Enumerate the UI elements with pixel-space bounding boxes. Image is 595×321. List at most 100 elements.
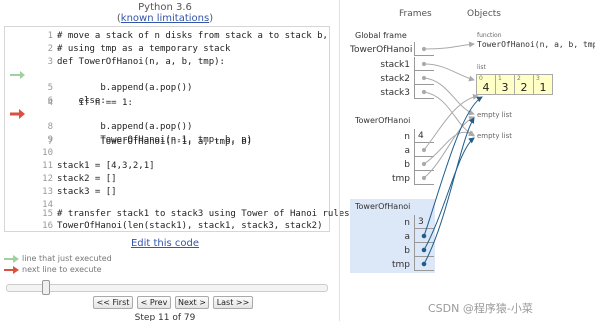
var-name: stack1 (380, 60, 410, 70)
code-text: stack2 = [] (57, 174, 117, 184)
var-value-pointer (414, 71, 434, 85)
var-name: b (404, 246, 410, 256)
next-line-arrow-icon (10, 109, 25, 119)
just-executed-arrow-icon (10, 71, 25, 79)
line-number: 6 (47, 96, 53, 106)
line-number: 13 (42, 187, 53, 197)
list-cell: 31 (533, 74, 553, 95)
empty-list-object: empty list (477, 132, 512, 140)
known-limitations-row: (known limitations) (0, 13, 330, 24)
code-line: 6 else: (5, 94, 331, 108)
code-line: 8 b.append(a.pop()) (5, 120, 331, 134)
code-line: 11 stack1 = [4,3,2,1] (5, 159, 331, 173)
code-text: else: (57, 96, 106, 106)
var-value-pointer (414, 85, 434, 99)
panel-divider (339, 0, 340, 321)
code-text: TowerOfHanoi(n-1, tmp, b, a) (57, 135, 253, 145)
line-number: 12 (42, 174, 53, 184)
function-object-type: function (477, 32, 502, 39)
var-value: 3 (414, 215, 434, 229)
code-text: stack3 = [] (57, 187, 117, 197)
var-name: tmp (391, 260, 410, 270)
frame-title: Global frame (355, 31, 407, 40)
code-text: TowerOfHanoi(len(stack1), stack1, stack3… (57, 221, 323, 231)
code-line: 10 (5, 146, 331, 160)
paren-close: ) (209, 13, 214, 24)
var-name: n (404, 218, 410, 228)
legend-next-line-label: next line to execute (22, 265, 102, 274)
var-name: stack3 (380, 88, 410, 98)
list-cell: 22 (514, 74, 534, 95)
code-text: b.append(a.pop()) (57, 122, 193, 132)
var-name: b (404, 160, 410, 170)
list-cell: 04 (476, 74, 496, 95)
line-number: 8 (47, 122, 53, 132)
function-object-signature: TowerOfHanoi(n, a, b, tmp) (477, 40, 595, 49)
code-panel: 1 # move a stack of n disks from stack a … (4, 26, 350, 233)
step-counter: Step 11 of 79 (134, 313, 196, 321)
code-text: def TowerOfHanoi(n, a, b, tmp): (57, 57, 225, 67)
var-value-pointer (414, 57, 434, 71)
line-number: 3 (47, 57, 53, 67)
known-limitations-link[interactable]: known limitations (121, 13, 209, 24)
code-line: 7 TowerOfHanoi(n-1, a, tmp, b) (5, 107, 331, 147)
next-line-arrow-icon (4, 266, 19, 274)
code-text: b.append(a.pop()) (57, 83, 193, 93)
code-text: # using tmp as a temporary stack (57, 44, 231, 54)
legend-next-line: next line to execute (4, 265, 102, 275)
var-name: tmp (391, 174, 410, 184)
empty-list-object: empty list (477, 111, 512, 119)
frame-title: TowerOfHanoi (355, 202, 411, 211)
step-slider-thumb[interactable] (42, 280, 50, 295)
var-value-pointer (414, 143, 434, 157)
code-line: 9 TowerOfHanoi(n-1, tmp, b, a) (5, 133, 331, 147)
list-object-type: list (477, 64, 486, 71)
code-line: 13 stack3 = [] (5, 185, 331, 199)
first-button[interactable]: << First (93, 296, 133, 309)
var-value-pointer (414, 229, 434, 243)
line-number: 16 (42, 221, 53, 231)
code-line: 12 stack2 = [] (5, 172, 331, 186)
just-executed-arrow-icon (4, 255, 19, 263)
frames-header: Frames (399, 9, 432, 19)
var-value-pointer (414, 243, 434, 257)
var-value-pointer (414, 257, 434, 271)
step-slider-track[interactable] (6, 284, 328, 292)
var-name: stack2 (380, 74, 410, 84)
code-line: 5 b.append(a.pop()) (5, 81, 331, 95)
code-line: 1 # move a stack of n disks from stack a … (5, 29, 331, 43)
call-frame-1: TowerOfHanoi n 4 a b tmp (350, 113, 435, 189)
list-value: 2 (520, 81, 528, 94)
code-line: 3 def TowerOfHanoi(n, a, b, tmp): (5, 55, 331, 69)
code-line: 4 if n == 1: (5, 68, 331, 108)
code-line: 16 TowerOfHanoi(len(stack1), stack1, stac… (5, 219, 331, 233)
line-number: 2 (47, 44, 53, 54)
var-name: n (404, 132, 410, 142)
last-button[interactable]: Last >> (213, 296, 253, 309)
legend-just-executed: line that just executed (4, 254, 112, 264)
frame-title: TowerOfHanoi (355, 116, 411, 125)
prev-button[interactable]: < Prev (137, 296, 171, 309)
global-frame: Global frame TowerOfHanoi stack1 stack2 … (350, 28, 435, 104)
call-frame-2: TowerOfHanoi n 3 a b tmp (350, 199, 435, 273)
line-number: 1 (47, 31, 53, 41)
line-number: 5 (47, 83, 53, 93)
code-text: stack1 = [4,3,2,1] (57, 161, 155, 171)
objects-header: Objects (467, 9, 502, 19)
line-number: 9 (47, 135, 53, 145)
code-line: 2 # using tmp as a temporary stack (5, 42, 331, 56)
var-value-pointer (414, 157, 434, 171)
legend-just-executed-label: line that just executed (22, 254, 112, 263)
language-label: Python 3.6 (138, 2, 192, 13)
list-value: 4 (482, 81, 490, 94)
watermark: CSDN @程序猿-小菜 (428, 302, 533, 315)
list-cell: 13 (495, 74, 515, 95)
next-button[interactable]: Next > (175, 296, 209, 309)
edit-code-link[interactable]: Edit this code (0, 238, 330, 249)
list-value: 3 (501, 81, 509, 94)
var-value-pointer (414, 42, 434, 56)
var-name: a (404, 232, 410, 242)
code-text: # move a stack of n disks from stack a t… (57, 31, 328, 41)
var-value: 4 (414, 129, 434, 143)
var-name: TowerOfHanoi (350, 45, 413, 55)
